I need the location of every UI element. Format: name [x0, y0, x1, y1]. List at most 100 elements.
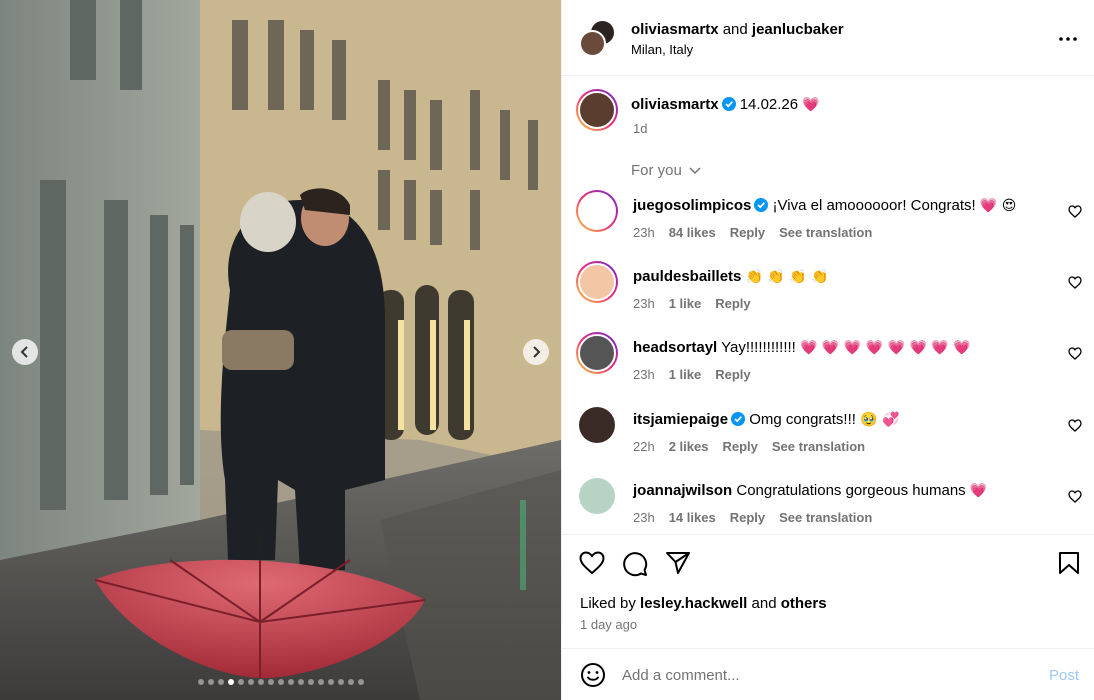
sort-label: For you [631, 162, 682, 179]
username-link[interactable]: pauldesbaillets [633, 268, 741, 285]
comment-likes[interactable]: 84 likes [669, 225, 716, 240]
liked-by-summary: Liked by lesley.hackwell and others [580, 595, 827, 612]
comment-likes[interactable]: 1 like [669, 367, 702, 382]
collab-avatars[interactable] [579, 19, 617, 57]
carousel-dot [317, 679, 324, 685]
comment-like-button[interactable] [1068, 347, 1082, 365]
share-button[interactable] [665, 551, 691, 580]
comment-text: pauldesbaillets 👏 👏 👏 👏 [633, 268, 829, 285]
comment-time: 23h [633, 296, 655, 311]
comment-like-button[interactable] [1068, 419, 1082, 437]
reply-button[interactable]: Reply [715, 367, 750, 382]
comment-time: 22h [633, 439, 655, 454]
carousel-dot [227, 679, 234, 685]
verified-badge-icon [731, 412, 746, 426]
previous-photo-button[interactable] [12, 339, 38, 365]
username-link[interactable]: juegosolimpicos [633, 197, 751, 214]
comment-sort-dropdown[interactable]: For you [631, 162, 701, 179]
reply-button[interactable]: Reply [722, 439, 757, 454]
post-media[interactable] [0, 0, 561, 700]
carousel-dot [297, 679, 304, 685]
comment-icon [623, 552, 648, 577]
carousel-dot [357, 679, 364, 685]
comment-meta: 23h 1 like Reply [633, 296, 765, 311]
comment-likes[interactable]: 14 likes [669, 510, 716, 525]
comment-meta: 23h 14 likes Reply See translation [633, 510, 886, 525]
carousel-dot [287, 679, 294, 685]
more-horizontal-icon [1059, 37, 1077, 41]
avatar[interactable] [576, 89, 618, 131]
reply-button[interactable]: Reply [730, 510, 765, 525]
comment-body: Omg congrats!!! [749, 411, 856, 428]
heart-icon [1068, 276, 1082, 289]
save-button[interactable] [1058, 551, 1080, 580]
comment-meta: 22h 2 likes Reply See translation [633, 439, 879, 454]
comment-time: 23h [633, 225, 655, 240]
collab-usernames: oliviasmartx and jeanlucbaker [631, 21, 844, 38]
carousel-dot [277, 679, 284, 685]
caption-body: 14.02.26 [739, 96, 799, 113]
see-translation-button[interactable]: See translation [772, 439, 865, 454]
carousel-indicator [0, 679, 561, 687]
post-panel: oliviasmartx and jeanlucbaker Milan, Ita… [561, 0, 1094, 700]
comment-emoji: 💗 😍 [979, 198, 1017, 214]
comment-text: juegosolimpicos ¡Viva el amoooooor! Cong… [633, 197, 1016, 214]
emoji-picker-button[interactable] [580, 662, 606, 693]
comment-like-button[interactable] [1068, 276, 1082, 294]
comment-text: itsjamiepaige Omg congrats!!! 🥹 💞 [633, 411, 899, 428]
username-link[interactable]: oliviasmartx [631, 96, 719, 113]
heart-icon [579, 551, 605, 575]
see-translation-button[interactable]: See translation [779, 225, 872, 240]
joiner-text: and [722, 21, 748, 38]
avatar[interactable] [576, 261, 618, 303]
post-date: 1 day ago [580, 617, 638, 632]
username-link[interactable]: headsortayl [633, 339, 717, 356]
comment-text: joannajwilson Congratulations gorgeous h… [633, 482, 987, 499]
heart-icon [1068, 347, 1082, 360]
location-link[interactable]: Milan, Italy [631, 42, 693, 57]
reply-button[interactable]: Reply [730, 225, 765, 240]
reply-button[interactable]: Reply [715, 296, 750, 311]
comment-button[interactable] [622, 551, 648, 582]
avatar[interactable] [579, 478, 615, 514]
smiley-icon [581, 663, 605, 687]
avatar[interactable] [579, 407, 615, 443]
comment-time: 23h [633, 510, 655, 525]
see-translation-button[interactable]: See translation [779, 510, 872, 525]
carousel-dot [197, 679, 204, 685]
carousel-dot [337, 679, 344, 685]
liked-and: and [751, 595, 777, 612]
send-icon [666, 552, 690, 574]
others-link[interactable]: others [781, 595, 827, 612]
heart-icon [1068, 490, 1082, 503]
comment-meta: 23h 1 like Reply [633, 367, 765, 382]
comment-input[interactable] [622, 663, 1022, 687]
carousel-dot [347, 679, 354, 685]
username-link[interactable]: joannajwilson [633, 482, 732, 499]
more-options-button[interactable] [1059, 28, 1077, 46]
bookmark-icon [1059, 552, 1079, 574]
comment-like-button[interactable] [1068, 490, 1082, 508]
comment-composer: Post [562, 648, 1094, 700]
chevron-down-icon [689, 167, 701, 175]
carousel-dot [257, 679, 264, 685]
chevron-left-icon [20, 346, 28, 358]
username-link[interactable]: itsjamiepaige [633, 411, 728, 428]
comment-emoji: 💗 💗 💗 💗 💗 💗 💗 💗 [800, 340, 971, 356]
comment-emoji: 🥹 💞 [860, 412, 900, 428]
comment-emoji: 💗 [969, 483, 988, 499]
username-link[interactable]: oliviasmartx [631, 21, 719, 38]
next-photo-button[interactable] [523, 339, 549, 365]
like-button[interactable] [579, 551, 605, 580]
heart-icon [1068, 205, 1082, 218]
username-link[interactable]: jeanlucbaker [752, 21, 844, 38]
avatar[interactable] [576, 190, 618, 232]
carousel-dot [207, 679, 214, 685]
comment-likes[interactable]: 2 likes [669, 439, 709, 454]
username-link[interactable]: lesley.hackwell [640, 595, 747, 612]
post-comment-button[interactable]: Post [1049, 667, 1079, 684]
comment-likes[interactable]: 1 like [669, 296, 702, 311]
comment-like-button[interactable] [1068, 205, 1082, 223]
comment-meta: 23h 84 likes Reply See translation [633, 225, 886, 240]
avatar[interactable] [576, 332, 618, 374]
